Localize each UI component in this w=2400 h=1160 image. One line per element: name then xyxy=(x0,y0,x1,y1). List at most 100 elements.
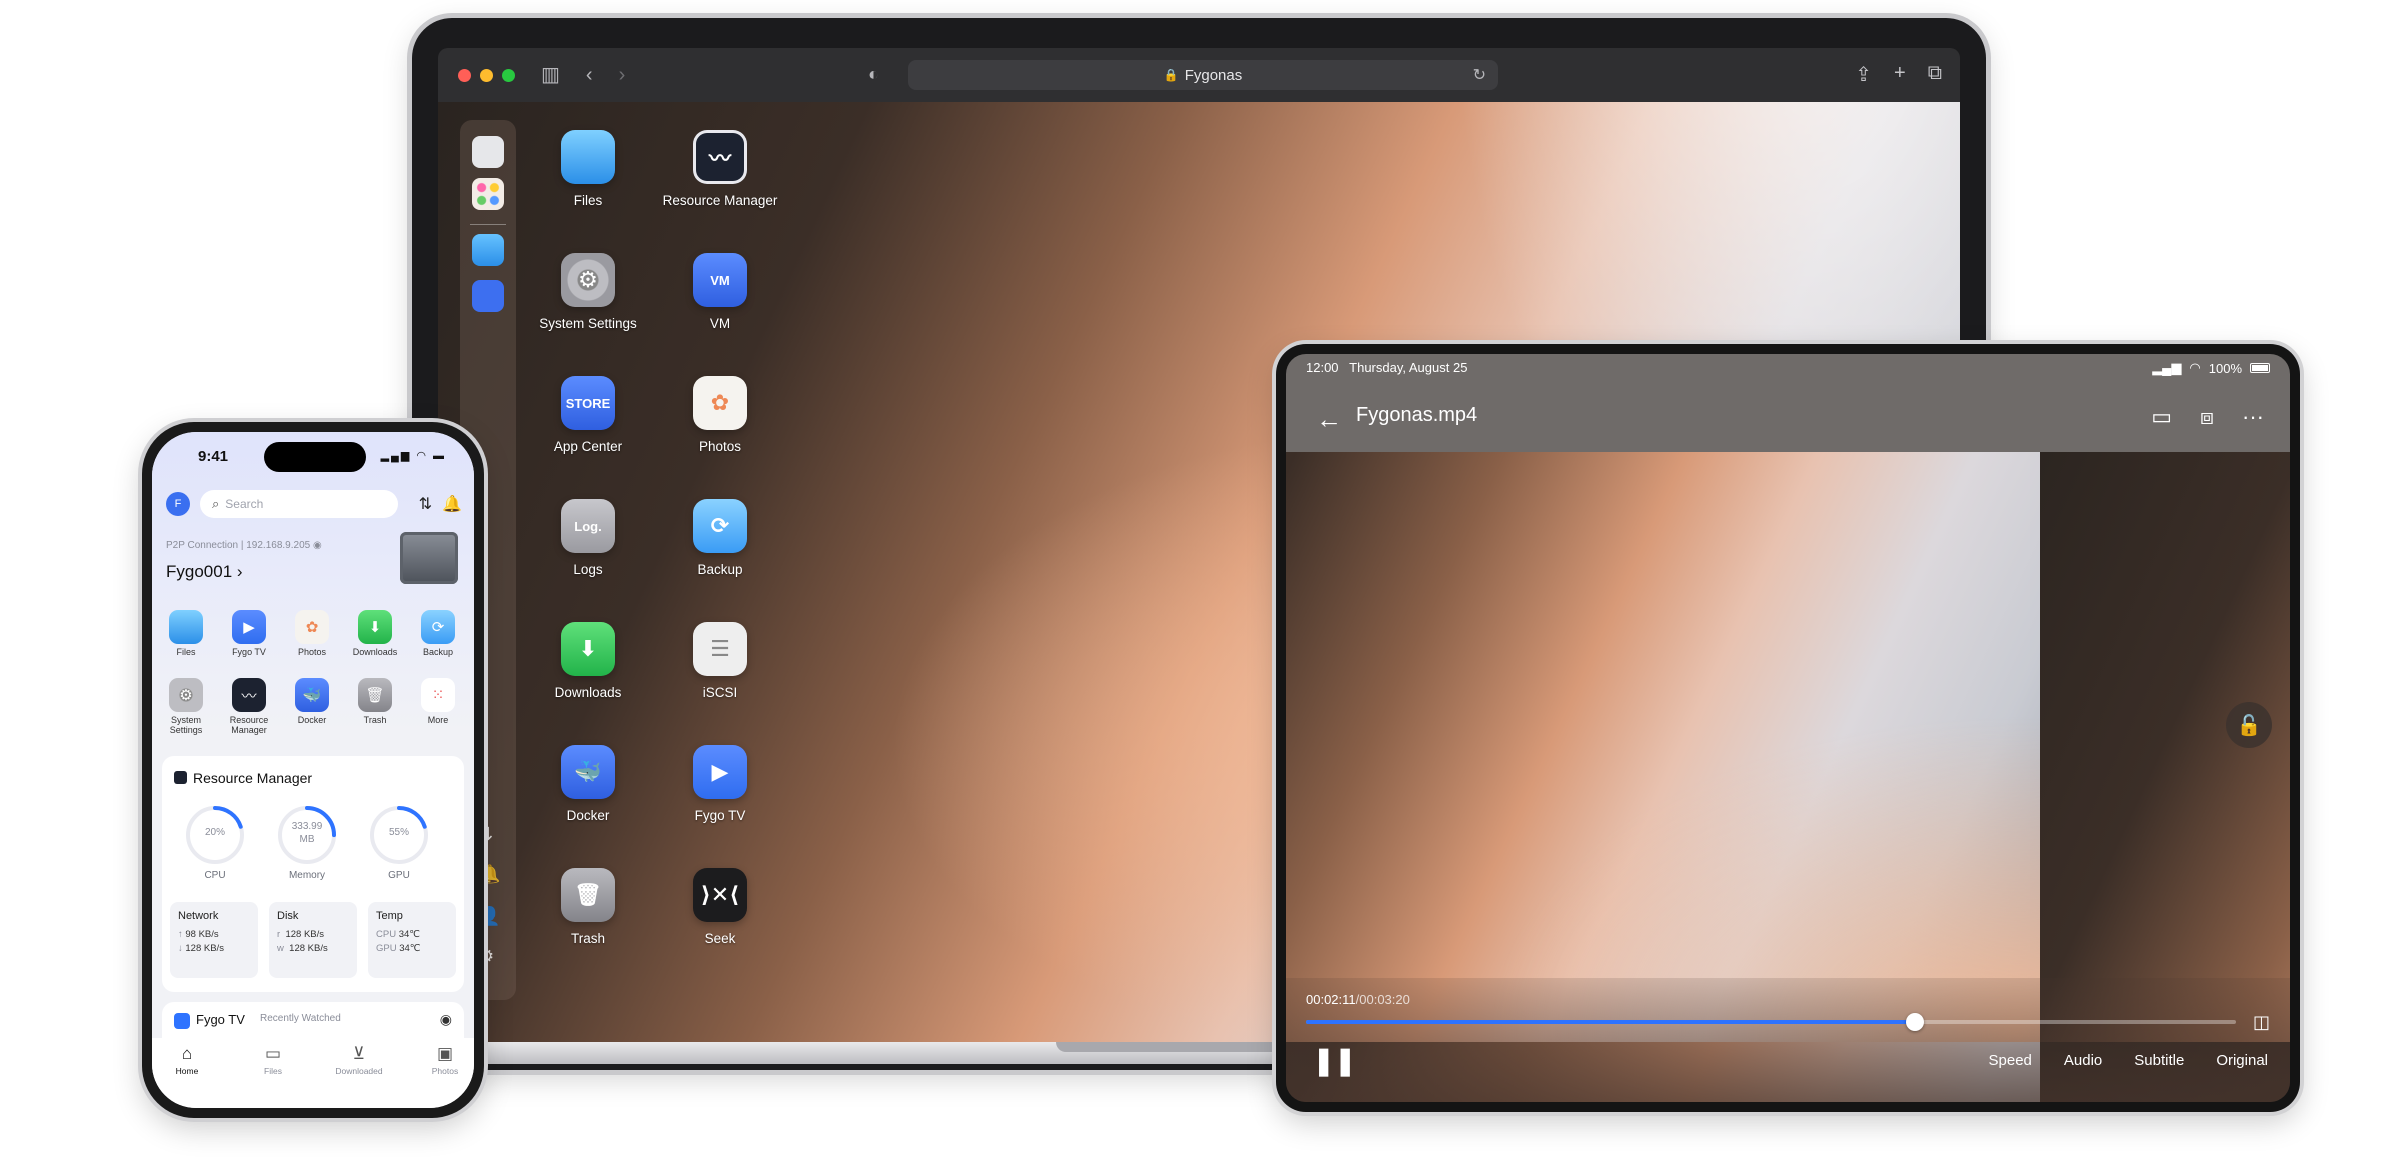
tab-home[interactable]: ⌂ Home xyxy=(152,1044,222,1076)
player-option-speed[interactable]: Speed xyxy=(1989,1052,2032,1069)
phone-app-photos[interactable]: ✿ Photos xyxy=(282,610,342,658)
window-controls xyxy=(458,68,515,82)
desktop-app-seek[interactable]: ⟩✕⟨ Seek xyxy=(655,868,785,946)
address-bar[interactable]: 🔒 Fygonas ↻ xyxy=(908,60,1498,90)
avatar[interactable]: F xyxy=(166,492,190,516)
tab-downloaded[interactable]: ⊻ Downloaded xyxy=(324,1044,394,1076)
gauge-value: 55% xyxy=(388,827,409,838)
phone-app-system-settings[interactable]: ⚙ System Settings xyxy=(156,678,216,736)
dock-launcher-icon[interactable] xyxy=(472,178,504,210)
sync-icon[interactable]: ⇅ xyxy=(419,494,432,514)
desktop-app-fygo-tv[interactable]: ▶ Fygo TV xyxy=(655,745,785,823)
desktop-app-backup[interactable]: ⟳ Backup xyxy=(655,499,785,577)
phone-app-fygo-tv[interactable]: ▶ Fygo TV xyxy=(219,610,279,658)
network-stat: Network ↑ 98 KB/s ↓ 128 KB/s xyxy=(170,902,258,978)
zoom-window-button[interactable] xyxy=(502,68,515,82)
flower-icon-glyph: ✿ xyxy=(710,390,730,415)
forward-arrow-icon[interactable]: › xyxy=(619,65,626,85)
eye-icon[interactable]: ◉ xyxy=(440,1011,452,1028)
desktop-app-docker[interactable]: 🐳 Docker xyxy=(523,745,653,823)
tab-overview-icon[interactable]: ⧉ xyxy=(1928,62,1942,87)
phone-app-resource-manager[interactable]: 〰 Resource Manager xyxy=(219,678,279,736)
picture-in-picture-icon[interactable]: ⧈ xyxy=(2200,404,2214,430)
eye-icon[interactable]: ◉ xyxy=(313,540,322,551)
connection-info: P2P Connection | 192.168.9.205 ◉ xyxy=(166,540,322,551)
gauge-value: 333.99 MB xyxy=(291,821,323,845)
progress-track[interactable] xyxy=(1306,1013,2236,1031)
airplay-icon[interactable]: ▭ xyxy=(2151,404,2172,430)
fygo-tv-icon xyxy=(174,1013,190,1029)
dock-desktop-icon[interactable] xyxy=(472,136,504,168)
phone-app-label: System Settings xyxy=(169,715,203,735)
player-option-original[interactable]: Original xyxy=(2216,1052,2268,1069)
whale-icon: 🐳 xyxy=(561,745,615,799)
phone-status-icons: ▂▄▆ ◠ ▬ xyxy=(380,450,446,462)
disk-icon-glyph: ☰ xyxy=(710,636,730,661)
phone-app-docker[interactable]: 🐳 Docker xyxy=(282,678,342,726)
phone-app-downloads[interactable]: ⬇ Downloads xyxy=(345,610,405,658)
desktop-app-app-center[interactable]: STORE App Center xyxy=(523,376,653,454)
dock-files-icon[interactable] xyxy=(472,234,504,266)
player-options: Speed Audio Subtitle Original xyxy=(1989,1052,2268,1069)
progress-handle[interactable] xyxy=(1906,1013,1925,1031)
back-arrow-icon[interactable]: ‹ xyxy=(586,65,593,85)
desktop-app-downloads[interactable]: ⬇ Downloads xyxy=(523,622,653,700)
phone-app-trash[interactable]: 🗑 Trash xyxy=(345,678,405,726)
phone-app-icon: 〰 xyxy=(232,678,266,712)
phone-app-files[interactable]: Files xyxy=(156,610,216,658)
resource-card-title-text: Resource Manager xyxy=(193,770,313,786)
player-option-subtitle[interactable]: Subtitle xyxy=(2134,1052,2184,1069)
more-options-icon[interactable]: ··· xyxy=(2242,404,2264,430)
trash-icon-glyph: 🗑 xyxy=(574,882,602,907)
desktop-app-logs[interactable]: Log. Logs xyxy=(523,499,653,577)
close-window-button[interactable] xyxy=(458,68,471,82)
phone-status-time: 9:41 xyxy=(198,448,229,465)
back-arrow-icon[interactable]: ← xyxy=(1316,404,1342,435)
disk-read: 128 KB/s xyxy=(285,929,325,940)
split-view-icon[interactable]: ◫ xyxy=(2253,1012,2270,1033)
desktop-app-trash[interactable]: 🗑 Trash xyxy=(523,868,653,946)
phone-app-glyph: ⚙ xyxy=(179,687,193,704)
share-icon[interactable]: ⇪ xyxy=(1855,62,1872,87)
phone-app-backup[interactable]: ⟳ Backup xyxy=(408,610,468,658)
gauge-label: GPU xyxy=(388,870,410,881)
dock-docker-icon[interactable] xyxy=(472,280,504,312)
minimize-window-button[interactable] xyxy=(480,68,493,82)
resource-manager-card[interactable]: Resource Manager 20% CPU 333.99 MB Memory 55… xyxy=(162,756,464,992)
folder-icon: ▭ xyxy=(264,1044,282,1063)
sidebar-toggle-icon[interactable]: ▥ xyxy=(541,65,560,85)
desktop-app-resource-manager[interactable]: 〰 Resource Manager xyxy=(655,130,785,208)
vm-icon: VM xyxy=(693,253,747,307)
tab-photos[interactable]: ▣ Photos xyxy=(410,1044,474,1076)
new-tab-icon[interactable]: + xyxy=(1894,62,1906,87)
tab-files[interactable]: ▭ Files xyxy=(238,1044,308,1076)
reload-icon[interactable]: ↻ xyxy=(1473,65,1486,85)
fygo-tv-card[interactable]: Fygo TV Recently Watched ◉ xyxy=(162,1002,464,1042)
screen-lock-button[interactable]: 🔓 xyxy=(2226,702,2272,748)
desktop-app-photos[interactable]: ✿ Photos xyxy=(655,376,785,454)
tab-home-label: Home xyxy=(175,1066,199,1076)
bell-icon[interactable]: 🔔 xyxy=(442,494,462,514)
desktop-app-vm[interactable]: VM VM xyxy=(655,253,785,331)
player-option-audio[interactable]: Audio xyxy=(2064,1052,2102,1069)
desktop-app-label: iSCSI xyxy=(702,685,738,700)
privacy-shield-icon[interactable]: ◐ xyxy=(868,64,879,85)
desktop-app-files[interactable]: Files xyxy=(523,130,653,208)
temp-stat: Temp CPU 34℃ GPU 34℃ xyxy=(368,902,456,978)
download-icon-glyph: ⬇ xyxy=(578,636,598,661)
network-down: 128 KB/s xyxy=(185,943,224,955)
phone-app-icon: ✿ xyxy=(295,610,329,644)
desktop-app-iscsi[interactable]: ☰ iSCSI xyxy=(655,622,785,700)
desktop-app-label: App Center xyxy=(553,439,623,454)
logs-icon: Log. xyxy=(561,499,615,553)
gear-icon: ⚙ xyxy=(561,253,615,307)
search-input[interactable]: ⌕ Search xyxy=(200,490,398,518)
disk-write-label: w xyxy=(277,943,284,955)
phone-app-more[interactable]: ⁙ More xyxy=(408,678,468,726)
desktop-app-label: Files xyxy=(573,193,603,208)
pause-icon[interactable]: ❚❚ xyxy=(1312,1044,1357,1077)
device-selector[interactable]: Fygo001 › xyxy=(166,562,243,582)
desktop-app-system-settings[interactable]: ⚙ System Settings xyxy=(523,253,653,331)
connection-text: P2P Connection | 192.168.9.205 xyxy=(166,540,311,551)
unlock-icon: 🔓 xyxy=(2236,714,2262,737)
